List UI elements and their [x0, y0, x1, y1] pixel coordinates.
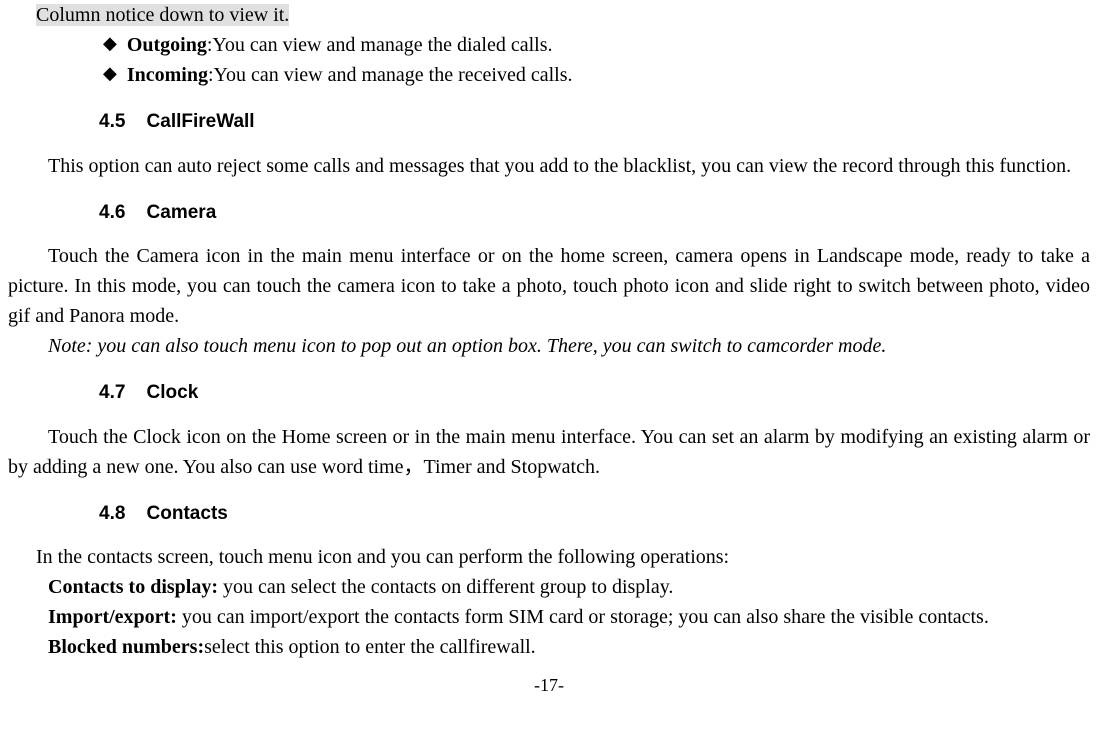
- line-fragment: Column notice down to view it.: [36, 0, 1090, 30]
- section-title: Camera: [147, 202, 217, 223]
- bullet-content: Incoming:You can view and manage the rec…: [127, 60, 573, 90]
- bullet-text: :You can view and manage the dialed call…: [207, 34, 553, 56]
- clock-body: Touch the Clock icon on the Home screen …: [8, 422, 1090, 482]
- section-title: Clock: [147, 382, 199, 403]
- section-num: 4.8: [99, 503, 125, 524]
- document-page: Column notice down to view it. ◆ Outgoin…: [0, 0, 1098, 699]
- section-title: Contacts: [147, 503, 228, 524]
- contacts-item-2: Import/export: you can import/export the…: [8, 602, 1090, 632]
- bullet-label: Outgoing: [127, 34, 207, 56]
- contacts-item-3: Blocked numbers:select this option to en…: [8, 632, 1090, 662]
- item-text: you can import/export the contacts form …: [182, 606, 989, 628]
- section-num: 4.7: [99, 382, 125, 403]
- page-number: -17-: [8, 672, 1090, 699]
- item-label: Blocked numbers:: [48, 636, 204, 658]
- heading-clock: 4.7 Clock: [99, 379, 1090, 408]
- bullet-incoming: ◆ Incoming:You can view and manage the r…: [103, 60, 1090, 90]
- camera-body: Touch the Camera icon in the main menu i…: [8, 241, 1090, 331]
- section-num: 4.6: [99, 202, 125, 223]
- diamond-icon: ◆: [103, 30, 117, 57]
- heading-callfirewall: 4.5 CallFireWall: [99, 108, 1090, 137]
- item-label: Contacts to display:: [48, 576, 223, 598]
- highlighted-text: Column notice down to view it.: [36, 4, 289, 26]
- bullet-content: Outgoing:You can view and manage the dia…: [127, 30, 553, 60]
- diamond-icon: ◆: [103, 60, 117, 87]
- contacts-item-1: Contacts to display: you can select the …: [8, 572, 1090, 602]
- contacts-intro: In the contacts screen, touch menu icon …: [8, 542, 1090, 572]
- item-text: you can select the contacts on different…: [223, 576, 673, 598]
- camera-note: Note: you can also touch menu icon to po…: [8, 331, 1090, 361]
- item-text: select this option to enter the callfire…: [204, 636, 536, 658]
- heading-contacts: 4.8 Contacts: [99, 500, 1090, 529]
- heading-camera: 4.6 Camera: [99, 199, 1090, 228]
- section-title: CallFireWall: [147, 111, 255, 132]
- bullet-label: Incoming: [127, 64, 208, 86]
- callfirewall-body: This option can auto reject some calls a…: [8, 151, 1090, 181]
- item-label: Import/export:: [48, 606, 182, 628]
- bullet-text: :You can view and manage the received ca…: [208, 64, 573, 86]
- bullet-outgoing: ◆ Outgoing:You can view and manage the d…: [103, 30, 1090, 60]
- section-num: 4.5: [99, 111, 125, 132]
